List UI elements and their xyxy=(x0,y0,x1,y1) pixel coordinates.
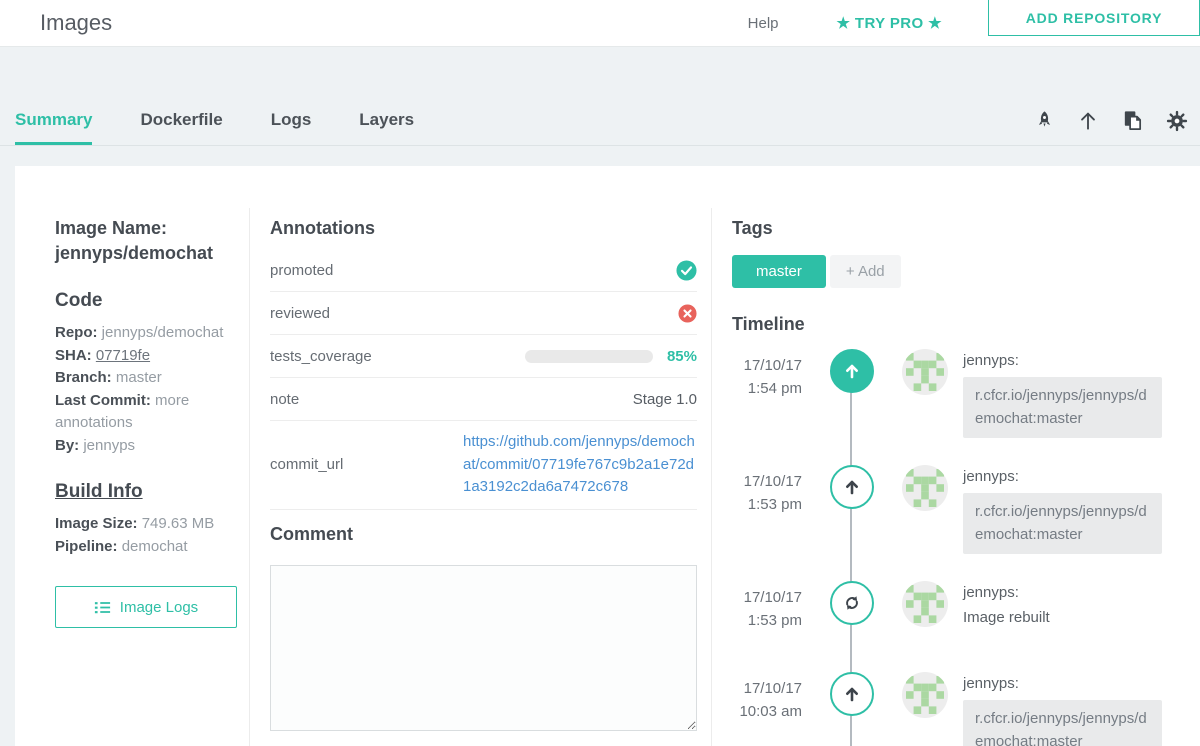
tests-coverage-percent: 85% xyxy=(667,348,697,365)
annotation-key: promoted xyxy=(270,262,333,279)
user-avatar-identicon xyxy=(906,469,944,507)
user-avatar-identicon xyxy=(906,353,944,391)
comment-heading: Comment xyxy=(270,524,697,545)
annotation-key: tests_coverage xyxy=(270,348,372,365)
annotation-key: commit_url xyxy=(270,456,343,473)
tab-bar: Summary Dockerfile Logs Layers xyxy=(0,47,1200,146)
tab-dockerfile[interactable]: Dockerfile xyxy=(140,110,222,145)
timeline-registry-path: r.cfcr.io/jennyps/jennyps/demochat:maste… xyxy=(963,493,1162,554)
tests-coverage-progress: 85% xyxy=(525,348,697,365)
annotations-column: Annotations promoted reviewed xyxy=(250,208,712,746)
timeline-registry-path: r.cfcr.io/jennyps/jennyps/demochat:maste… xyxy=(963,700,1162,746)
timeline-date: 17/10/17 10:03 am xyxy=(732,672,802,724)
cross-circle-icon xyxy=(678,304,697,323)
timeline-user: jennyps: xyxy=(963,584,1162,601)
push-event-icon xyxy=(830,672,874,716)
timeline-date: 17/10/17 1:53 pm xyxy=(732,581,802,633)
image-name-label: Image Name: xyxy=(55,216,239,241)
annotation-row-reviewed: reviewed xyxy=(270,292,697,335)
by-field: By: jennyps xyxy=(55,435,239,458)
image-logs-button[interactable]: Image Logs xyxy=(55,586,237,628)
push-event-icon xyxy=(830,465,874,509)
timeline-heading: Timeline xyxy=(732,314,1162,335)
tags-heading: Tags xyxy=(732,218,1162,239)
timeline-user: jennyps: xyxy=(963,675,1162,692)
try-pro-link[interactable]: ★ TRY PRO ★ xyxy=(837,14,942,32)
annotation-row-note: note Stage 1.0 xyxy=(270,378,697,421)
tags-timeline-column: Tags master + Add Timeline 17/10/17 1:54… xyxy=(712,208,1200,746)
timeline-date: 17/10/17 1:53 pm xyxy=(732,465,802,517)
user-avatar xyxy=(902,349,948,395)
sha-field: SHA: 07719fe xyxy=(55,345,239,368)
build-info-heading: Build Info xyxy=(55,481,239,503)
image-size-field: Image Size: 749.63 MB xyxy=(55,513,239,536)
timeline-entry: 17/10/17 1:53 pm xyxy=(732,465,1162,581)
note-value: Stage 1.0 xyxy=(633,391,697,408)
timeline-entry: 17/10/17 1:53 pm xyxy=(732,581,1162,672)
timeline-user: jennyps: xyxy=(963,352,1162,369)
rocket-icon[interactable] xyxy=(1034,109,1055,132)
images-page: Images Help ★ TRY PRO ★ ADD REPOSITORY S… xyxy=(0,0,1200,746)
tags-row: master + Add xyxy=(732,255,1162,288)
add-tag-button[interactable]: + Add xyxy=(830,255,901,288)
annotations-heading: Annotations xyxy=(270,218,697,239)
annotation-row-commit-url: commit_url https://github.com/jennyps/de… xyxy=(270,421,697,510)
commit-url-link[interactable]: https://github.com/jennyps/demochat/comm… xyxy=(463,431,697,499)
band-gap xyxy=(0,146,1200,166)
image-info-column: Image Name: jennyps/demochat Code Repo: … xyxy=(15,208,250,746)
comment-textarea[interactable] xyxy=(270,565,697,731)
code-heading: Code xyxy=(55,290,239,312)
tag-master[interactable]: master xyxy=(732,255,826,288)
user-avatar xyxy=(902,465,948,511)
last-commit-field: Last Commit: more annotations xyxy=(55,390,239,435)
user-avatar-identicon xyxy=(906,676,944,714)
annotation-row-promoted: promoted xyxy=(270,249,697,292)
timeline-registry-path: r.cfcr.io/jennyps/jennyps/demochat:maste… xyxy=(963,377,1162,438)
image-name-heading: Image Name: jennyps/demochat xyxy=(55,216,239,266)
page-title: Images xyxy=(40,10,112,36)
check-circle-icon xyxy=(676,260,697,281)
timeline-user: jennyps: xyxy=(963,468,1162,485)
add-repository-button[interactable]: ADD REPOSITORY xyxy=(988,0,1200,36)
sha-link[interactable]: 07719fe xyxy=(96,347,150,364)
branch-field: Branch: master xyxy=(55,367,239,390)
timeline-entry: 17/10/17 1:54 pm xyxy=(732,349,1162,465)
repo-field: Repo: jennyps/demochat xyxy=(55,322,239,345)
arrow-up-icon xyxy=(842,684,862,704)
image-logs-label: Image Logs xyxy=(120,599,198,616)
annotation-row-tests-coverage: tests_coverage 85% xyxy=(270,335,697,378)
copy-icon[interactable] xyxy=(1121,109,1144,132)
settings-gear-icon[interactable] xyxy=(1166,110,1188,132)
annotation-key: reviewed xyxy=(270,305,330,322)
summary-card: Image Name: jennyps/demochat Code Repo: … xyxy=(15,166,1200,746)
timeline-message: Image rebuilt xyxy=(963,609,1162,626)
promote-up-arrow-icon[interactable] xyxy=(1077,109,1099,132)
tab-layers[interactable]: Layers xyxy=(359,110,414,145)
pipeline-field: Pipeline: demochat xyxy=(55,536,239,559)
rebuild-event-icon xyxy=(830,581,874,625)
timeline: 17/10/17 1:54 pm xyxy=(732,341,1162,746)
top-header: Images Help ★ TRY PRO ★ ADD REPOSITORY xyxy=(0,0,1200,47)
help-link[interactable]: Help xyxy=(748,15,779,32)
user-avatar-identicon xyxy=(906,585,944,623)
tab-summary[interactable]: Summary xyxy=(15,110,92,145)
promote-event-icon xyxy=(830,349,874,393)
arrow-up-icon xyxy=(842,361,862,381)
tab-logs[interactable]: Logs xyxy=(271,110,312,145)
image-toolbar xyxy=(1034,109,1188,145)
refresh-icon xyxy=(841,592,863,614)
progress-track xyxy=(525,350,653,363)
image-name-value: jennyps/demochat xyxy=(55,241,239,266)
user-avatar xyxy=(902,581,948,627)
annotation-key: note xyxy=(270,391,299,408)
timeline-date: 17/10/17 1:54 pm xyxy=(732,349,802,401)
arrow-up-icon xyxy=(842,477,862,497)
timeline-entry: 17/10/17 10:03 am xyxy=(732,672,1162,746)
list-icon xyxy=(94,599,111,616)
header-actions: Help ★ TRY PRO ★ ADD REPOSITORY xyxy=(748,0,1200,46)
user-avatar xyxy=(902,672,948,718)
